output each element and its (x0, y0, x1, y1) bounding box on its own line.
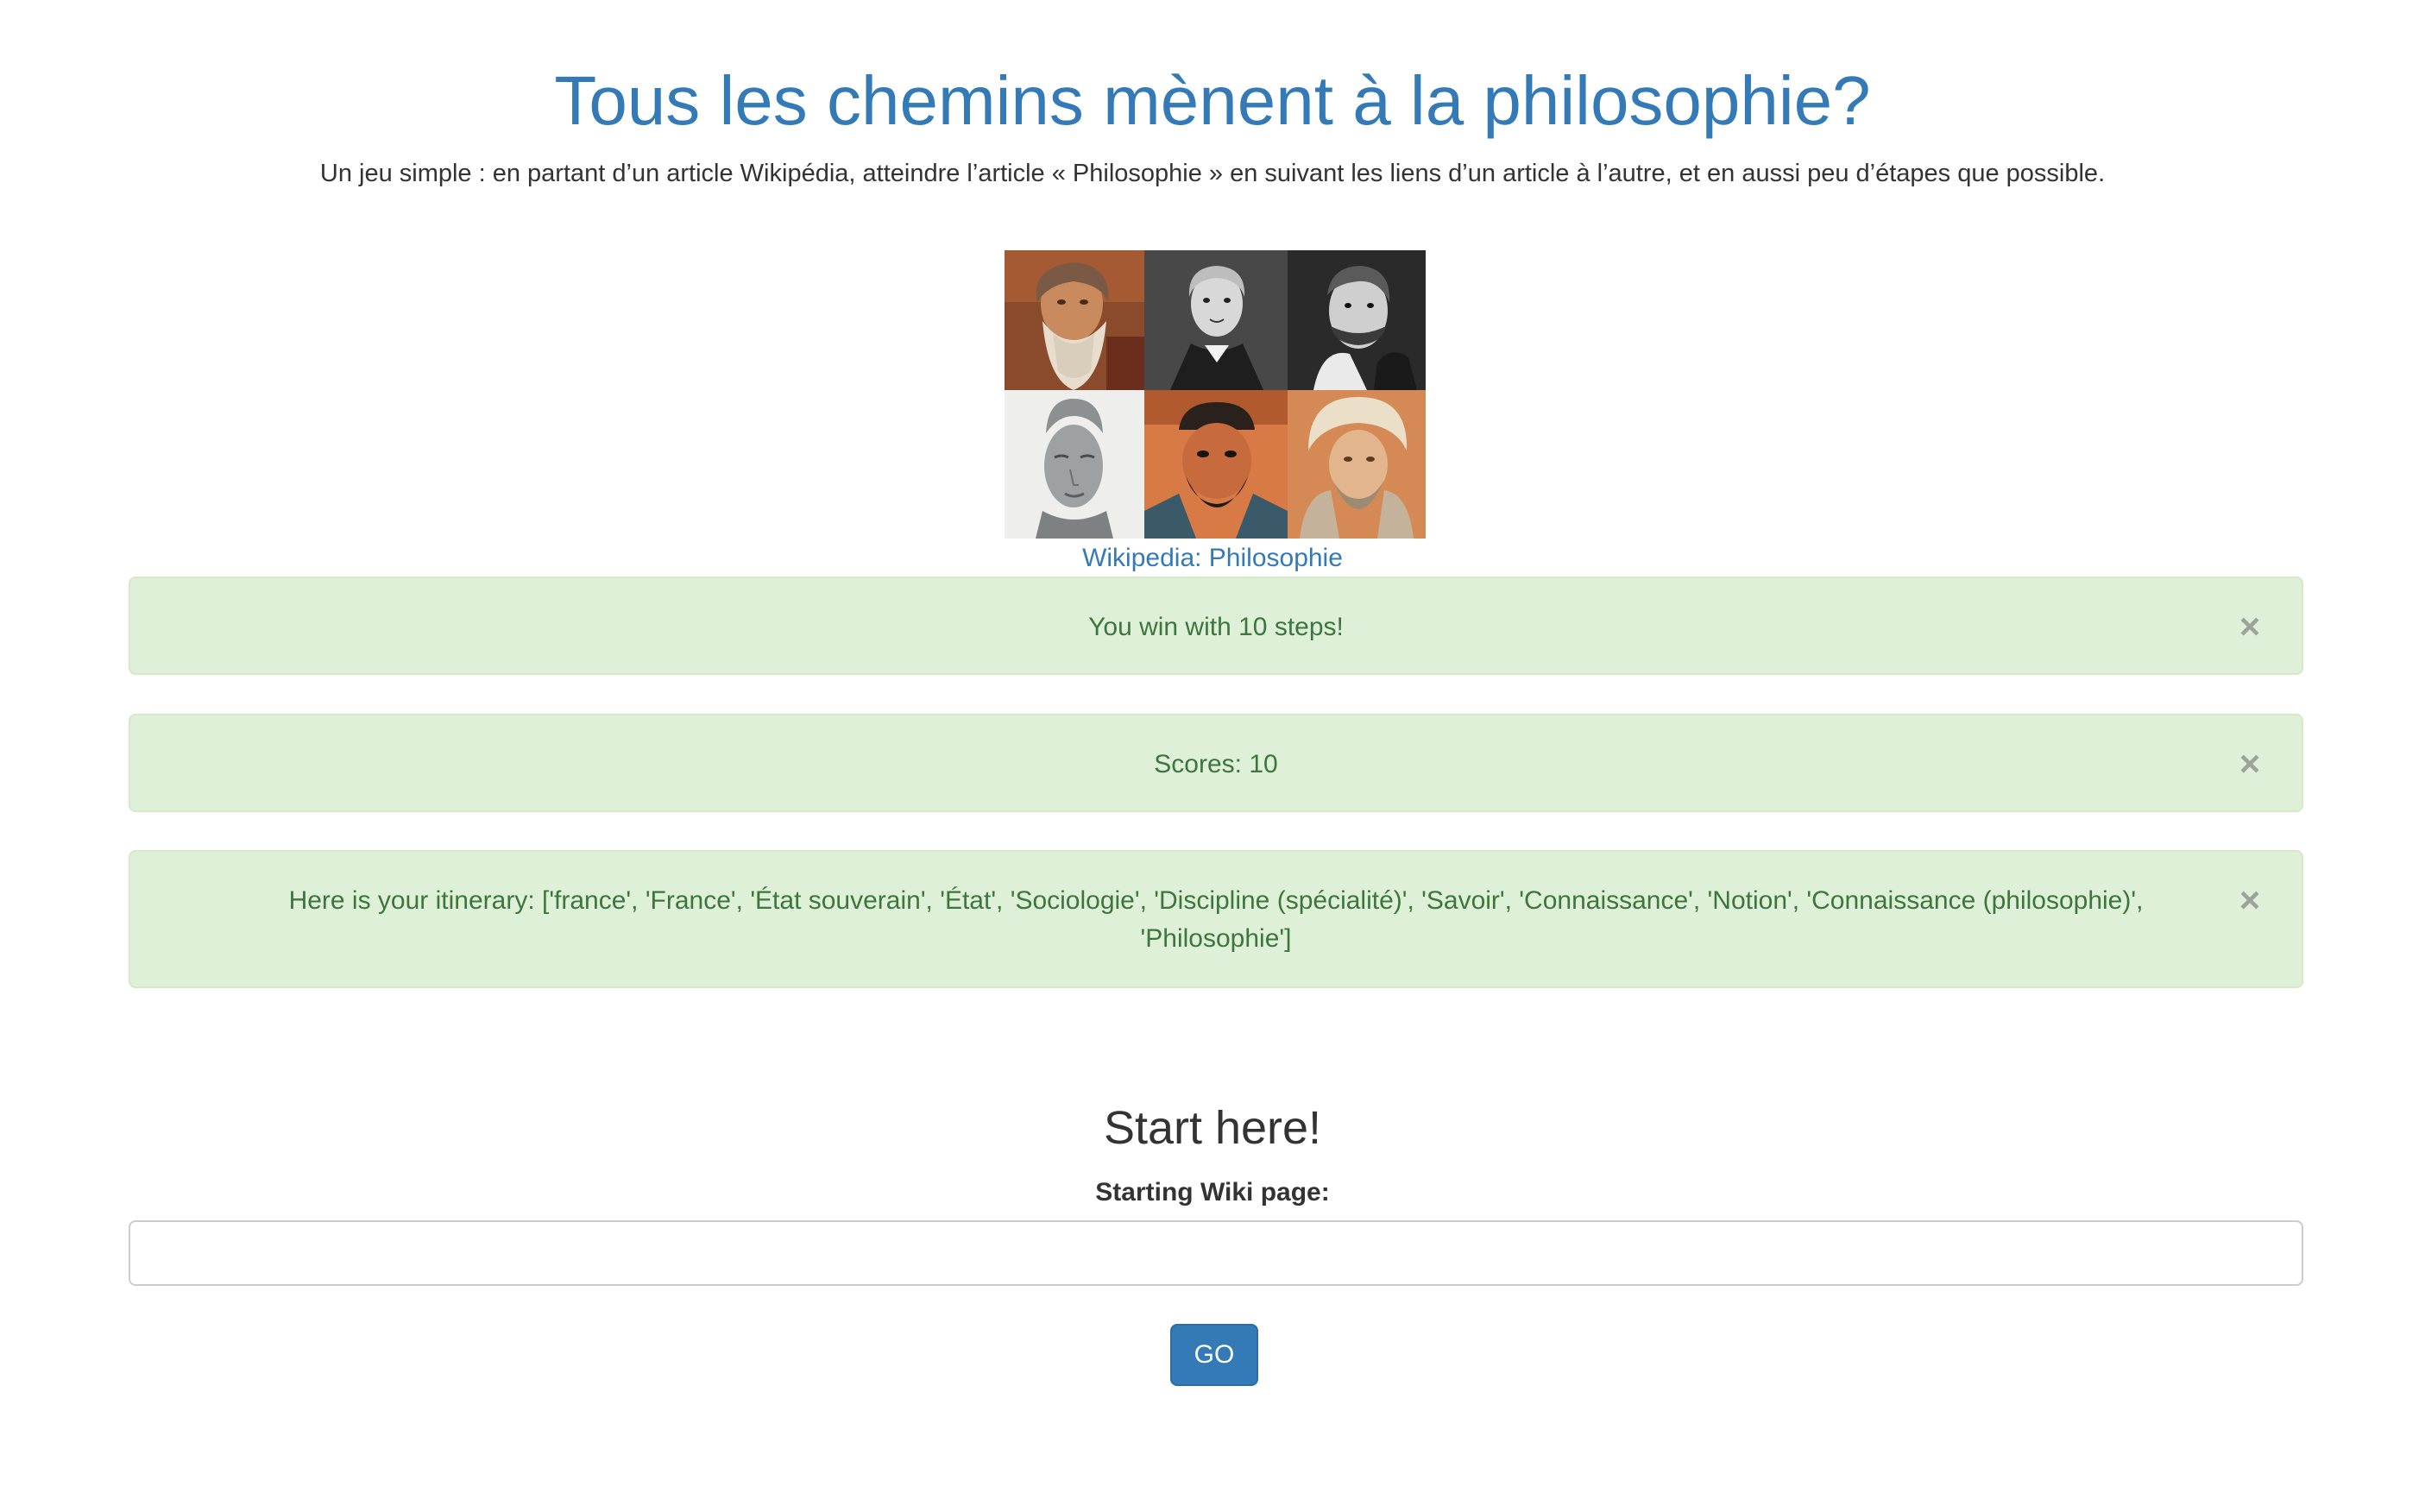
portrait-nietzsche (1288, 250, 1426, 390)
portrait-averroes (1288, 390, 1426, 539)
starting-page-input[interactable] (129, 1220, 2303, 1286)
starting-page-label: Starting Wiki page: (1095, 1178, 1330, 1206)
wikipedia-philosophie-link[interactable]: Wikipedia: Philosophie (0, 540, 2425, 576)
go-button[interactable]: GO (1170, 1324, 1258, 1386)
alert-scores-text: Scores: 10 (1154, 750, 1278, 778)
alert-win-message: You win with 10 steps! × (129, 576, 2303, 675)
portrait-plato (1005, 250, 1144, 390)
close-icon[interactable]: × (2233, 882, 2267, 918)
start-heading: Start here! (1103, 1102, 1322, 1154)
portrait-kant (1144, 250, 1288, 390)
close-icon[interactable]: × (2233, 608, 2267, 645)
alert-win-text: You win with 10 steps! (1088, 613, 1344, 641)
philosophers-mosaic-image (1005, 250, 1426, 539)
alert-itinerary-text: Here is your itinerary: ['france', 'Fran… (288, 886, 2144, 953)
close-icon[interactable]: × (2233, 746, 2267, 782)
alert-itinerary-message: Here is your itinerary: ['france', 'Fran… (129, 850, 2303, 988)
page: Tous les chemins mènent à la philosophie… (0, 0, 2425, 1512)
portrait-confucius (1144, 390, 1288, 539)
page-subtitle: Un jeu simple : en partant d’un article … (319, 160, 2106, 187)
alert-scores-message: Scores: 10 × (129, 714, 2303, 812)
page-title: Tous les chemins mènent à la philosophie… (554, 62, 1871, 139)
portrait-buddha (1005, 390, 1144, 539)
